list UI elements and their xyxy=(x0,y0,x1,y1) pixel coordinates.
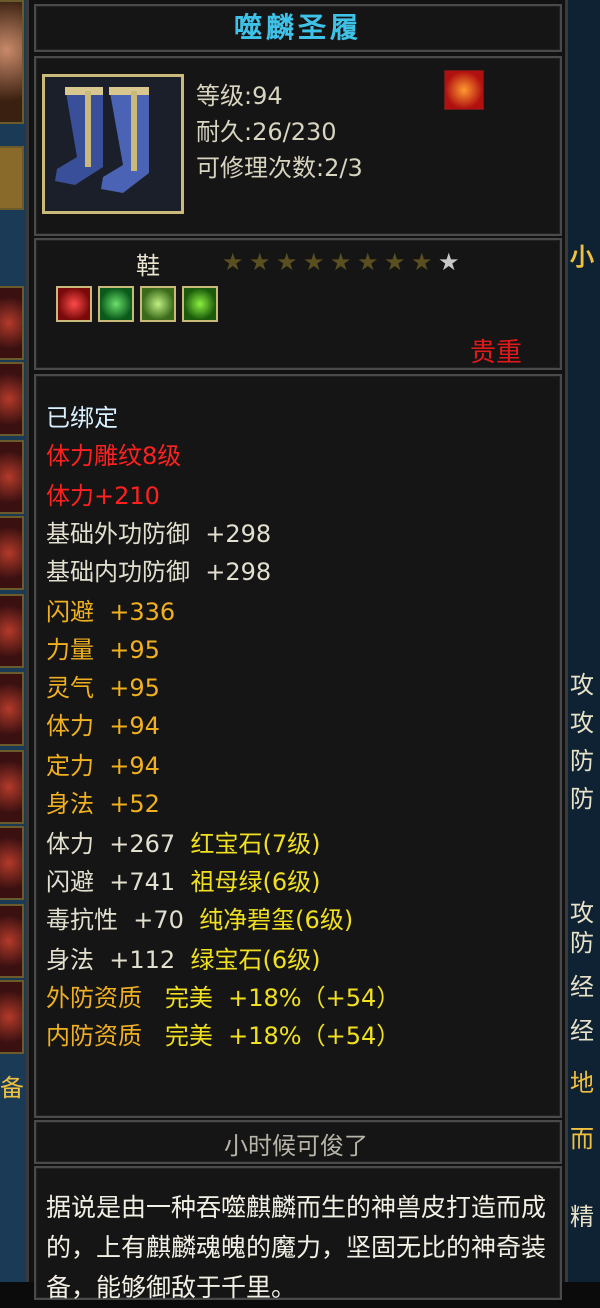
star-icon: ★ xyxy=(357,248,379,276)
star-icon: ★ xyxy=(384,248,406,276)
attribute-row: 闪避 +336 xyxy=(46,598,176,626)
tourmaline-gem-icon xyxy=(140,286,176,322)
attribute-row: 定力 +94 xyxy=(46,752,160,780)
attribute-row: 体力 +94 xyxy=(46,712,160,740)
slot-icon[interactable] xyxy=(0,750,24,824)
attribute-row: 基础外功防御 +298 xyxy=(46,520,272,548)
slot-icon[interactable] xyxy=(0,672,24,746)
boots-icon xyxy=(45,77,181,211)
star-icon: ★ xyxy=(330,248,352,276)
attribute-row: 基础内功防御 +298 xyxy=(46,558,272,586)
slot-icon[interactable] xyxy=(0,146,24,210)
gem-attribute-row: 身法 +112 绿宝石(6级) xyxy=(46,946,321,974)
slot-icon[interactable] xyxy=(0,362,24,436)
star-icon: ★ xyxy=(222,248,244,276)
slot-icon[interactable] xyxy=(0,904,24,978)
gem-attribute-row: 闪避 +741 祖母绿(6级) xyxy=(46,868,321,896)
right-side-label: 攻 xyxy=(570,709,594,737)
right-side-label: 经 xyxy=(570,973,594,1001)
left-side-label: 备 xyxy=(0,1074,24,1102)
emerald-gem-icon xyxy=(98,286,134,322)
star-icon: ★ xyxy=(303,248,325,276)
right-side-label: 攻 xyxy=(570,671,594,699)
gem-attribute-row: 毒抗性 +70 纯净碧玺(6级) xyxy=(46,906,354,934)
right-side-label: 防 xyxy=(570,785,594,813)
right-side-label: 防 xyxy=(570,747,594,775)
attribute-row: 身法 +52 xyxy=(46,790,160,818)
slot-icon[interactable] xyxy=(0,826,24,900)
star-icon: ★ xyxy=(411,248,433,276)
slot-icon[interactable] xyxy=(0,594,24,668)
item-repair-count: 可修理次数:2/3 xyxy=(196,154,363,182)
ruby-gem-icon xyxy=(56,286,92,322)
green-gem-icon xyxy=(182,286,218,322)
slot-icon[interactable] xyxy=(0,980,24,1054)
item-type: 鞋 xyxy=(136,252,160,280)
item-name: 噬麟圣履 xyxy=(34,4,562,52)
item-icon-frame xyxy=(42,74,184,214)
right-side-label: 而 xyxy=(570,1125,594,1153)
right-side-label: 精 xyxy=(570,1203,594,1231)
slot-icon[interactable] xyxy=(0,440,24,514)
right-side-label: 小 xyxy=(570,243,594,271)
slot-icon[interactable] xyxy=(0,286,24,360)
fire-element-icon xyxy=(444,70,484,110)
item-level: 等级:94 xyxy=(196,82,283,110)
right-side-label: 经 xyxy=(570,1017,594,1045)
bound-status: 已绑定 xyxy=(46,404,118,432)
gem-attribute-row: 体力 +267 红宝石(7级) xyxy=(46,830,321,858)
star-icon: ★ xyxy=(249,248,271,276)
slot-icon[interactable] xyxy=(0,516,24,590)
engraving-level: 体力雕纹8级 xyxy=(46,442,182,470)
attribute-row: 体力+210 xyxy=(46,482,160,510)
character-portrait xyxy=(0,0,24,124)
right-side-label: 防 xyxy=(570,929,594,957)
attribute-row: 灵气 +95 xyxy=(46,674,160,702)
aptitude-row: 外防资质 完美 +18%（+54） xyxy=(46,984,401,1012)
attribute-row: 力量 +95 xyxy=(46,636,160,664)
item-description: 据说是由一种吞噬麒麟而生的神兽皮打造而成的，上有麒麟魂魄的魔力，坚固无比的神奇装… xyxy=(46,1193,547,1302)
aptitude-row: 内防资质 完美 +18%（+54） xyxy=(46,1022,401,1050)
right-side-label: 攻 xyxy=(570,899,594,927)
star-icon: ★ xyxy=(276,248,298,276)
item-signature: 小时候可俊了 xyxy=(224,1132,368,1160)
right-side-label: 地 xyxy=(570,1069,594,1097)
star-empty-icon: ★ xyxy=(438,248,460,276)
item-rarity: 贵重 xyxy=(470,338,523,368)
item-durability: 耐久:26/230 xyxy=(196,118,337,146)
